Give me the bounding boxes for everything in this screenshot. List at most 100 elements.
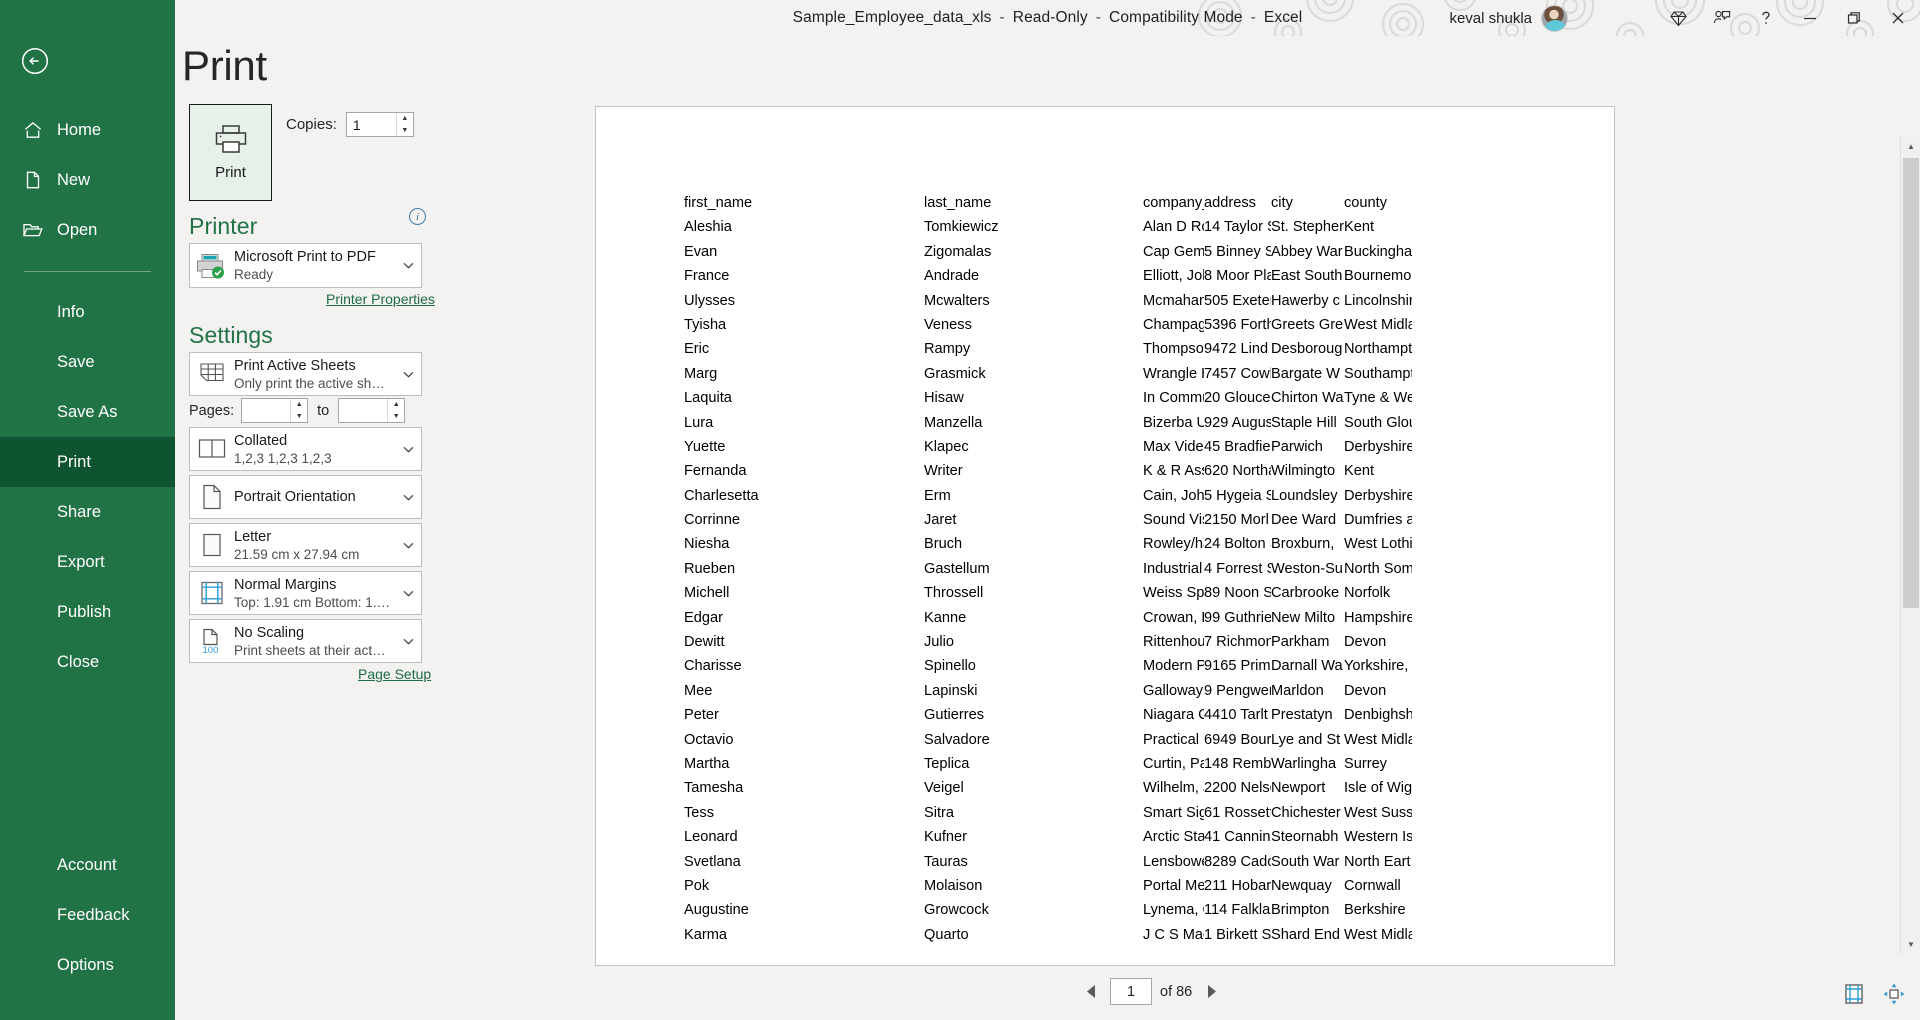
sidebar-item-close[interactable]: Close xyxy=(0,637,175,687)
close-icon[interactable] xyxy=(1876,0,1920,36)
printer-name: Microsoft Print to PDF xyxy=(234,249,376,265)
paper-size-title: Letter xyxy=(234,528,272,545)
zoom-to-page-icon[interactable] xyxy=(1840,980,1868,1008)
copies-spin-arrows[interactable]: ▲ ▼ xyxy=(395,113,413,137)
pages-to-input[interactable] xyxy=(339,399,388,422)
print-what-text: Print Active Sheets Only print the activ… xyxy=(234,358,395,391)
back-arrow-icon[interactable] xyxy=(17,43,53,79)
collation-chevron-down-icon[interactable] xyxy=(395,446,421,453)
sidebar-item-publish[interactable]: Publish xyxy=(0,587,175,637)
margins-select[interactable]: Normal Margins Top: 1.91 cm Bottom: 1.91… xyxy=(189,571,422,615)
cell-first-name: Pok xyxy=(684,877,710,894)
pages-from-input[interactable] xyxy=(242,399,291,422)
cell-city: Newquay xyxy=(1271,877,1332,894)
cell-address: 8 Moor Pla xyxy=(1204,268,1271,285)
scroll-up-icon[interactable]: ▲ xyxy=(1901,136,1920,156)
pages-from-spin-down[interactable]: ▼ xyxy=(291,411,307,423)
cell-last-name: Sitra xyxy=(924,804,955,821)
previous-page-icon[interactable] xyxy=(1080,979,1102,1005)
cell-address: 148 Rembr xyxy=(1204,755,1271,772)
sidebar-item-save-as[interactable]: Save As xyxy=(0,387,175,437)
avatar[interactable] xyxy=(1541,4,1568,32)
table-row: Evan Zigomalas Cap Gemin5 Binney StAbbey W… xyxy=(684,244,1598,268)
paper-size-select[interactable]: Letter 21.59 cm x 27.94 cm xyxy=(189,523,422,567)
print-button[interactable]: Print xyxy=(189,104,272,201)
print-what-subtitle: Only print the active sheets xyxy=(234,375,391,391)
table-row: Aleshia Tomkiewicz Alan D Ros14 Taylor SSt… xyxy=(684,219,1598,243)
page-setup-link[interactable]: Page Setup xyxy=(358,666,431,682)
backstage-sidebar: Home New Open Info Save Save As Print Sh… xyxy=(0,0,175,1020)
page-number-input[interactable] xyxy=(1110,978,1152,1005)
scroll-down-icon[interactable]: ▼ xyxy=(1901,934,1920,954)
next-page-icon[interactable] xyxy=(1200,979,1222,1005)
pages-to-spin-down[interactable]: ▼ xyxy=(388,411,404,423)
copies-spin-down[interactable]: ▼ xyxy=(397,125,413,137)
sidebar-item-share[interactable]: Share xyxy=(0,487,175,537)
printer-heading: Printer xyxy=(189,213,258,239)
pages-to-spin-up[interactable]: ▲ xyxy=(388,399,404,411)
pages-from-spin-arrows[interactable]: ▲ ▼ xyxy=(290,399,307,422)
pages-from-stepper[interactable]: ▲ ▼ xyxy=(241,398,309,423)
copies-spin-up[interactable]: ▲ xyxy=(397,113,413,125)
cell-address: 14 Taylor S xyxy=(1204,219,1271,236)
printer-select[interactable]: Microsoft Print to PDF Ready xyxy=(189,243,422,288)
preview-vertical-scrollbar[interactable]: ▲ ▼ xyxy=(1900,136,1920,954)
diamond-icon[interactable] xyxy=(1656,0,1700,36)
cell-county: Western Is xyxy=(1344,829,1412,846)
print-what-chevron-down-icon[interactable] xyxy=(395,371,421,378)
orientation-select[interactable]: Portrait Orientation xyxy=(189,475,422,519)
printer-status: Ready xyxy=(234,267,274,282)
cell-company: Weiss Spir xyxy=(1143,585,1204,602)
printer-info-icon[interactable]: i xyxy=(409,208,426,225)
orientation-chevron-down-icon[interactable] xyxy=(395,494,421,501)
cell-last-name: Lapinski xyxy=(924,682,978,699)
cell-company: Elliott, Joh xyxy=(1143,268,1204,285)
sidebar-item-feedback[interactable]: Feedback xyxy=(0,890,175,940)
cell-address: 7457 Cowl xyxy=(1204,365,1271,382)
copies-stepper[interactable]: ▲ ▼ xyxy=(345,112,414,137)
help-icon[interactable] xyxy=(1744,0,1788,36)
cell-last-name: Tauras xyxy=(924,853,968,870)
printer-chevron-down-icon[interactable] xyxy=(395,262,421,269)
scrollbar-thumb[interactable] xyxy=(1903,158,1919,608)
paper-size-chevron-down-icon[interactable] xyxy=(395,542,421,549)
margins-chevron-down-icon[interactable] xyxy=(395,590,421,597)
cell-county: Derbyshire xyxy=(1344,438,1412,455)
minimize-icon[interactable] xyxy=(1788,0,1832,36)
scaling-select[interactable]: 100 No Scaling Print sheets at their act… xyxy=(189,619,422,663)
pages-from-spin-up[interactable]: ▲ xyxy=(291,399,307,411)
cell-address: 6949 Bour xyxy=(1204,731,1271,748)
collation-select[interactable]: Collated 1,2,3 1,2,3 1,2,3 xyxy=(189,427,422,471)
printer-properties-link[interactable]: Printer Properties xyxy=(326,291,435,307)
pages-to-stepper[interactable]: ▲ ▼ xyxy=(338,398,406,423)
cell-city: Warlingha xyxy=(1271,755,1337,772)
cell-first-name: Charlesetta xyxy=(684,487,759,504)
sidebar-item-info[interactable]: Info xyxy=(0,287,175,337)
cell-first-name: Eric xyxy=(684,341,710,358)
cell-address: 505 Exeter xyxy=(1204,292,1271,309)
sidebar-item-account-label: Account xyxy=(57,855,117,874)
sidebar-item-export[interactable]: Export xyxy=(0,537,175,587)
scaling-chevron-down-icon[interactable] xyxy=(395,638,421,645)
account-area[interactable]: keval shukla xyxy=(1449,0,1568,36)
restore-icon[interactable] xyxy=(1832,0,1876,36)
account-name: keval shukla xyxy=(1449,9,1532,27)
copies-input[interactable] xyxy=(346,113,396,136)
page-number-field[interactable] xyxy=(1111,979,1151,1004)
cell-last-name: Grasmick xyxy=(924,365,986,382)
sidebar-item-new[interactable]: New xyxy=(0,155,175,205)
cell-address: 9472 Lind xyxy=(1204,341,1269,358)
cell-county: Norfolk xyxy=(1344,585,1391,602)
sidebar-item-home[interactable]: Home xyxy=(0,105,175,155)
pages-to-spin-arrows[interactable]: ▲ ▼ xyxy=(387,399,404,422)
print-what-select[interactable]: Print Active Sheets Only print the activ… xyxy=(189,352,422,396)
copies-label: Copies: xyxy=(286,116,337,133)
sidebar-item-print[interactable]: Print xyxy=(0,437,175,487)
table-row: Rueben Gastellum Industrial E4 Forrest SWe… xyxy=(684,561,1598,585)
fit-to-page-icon[interactable] xyxy=(1880,980,1908,1008)
sidebar-item-options[interactable]: Options xyxy=(0,940,175,990)
sidebar-item-open[interactable]: Open xyxy=(0,205,175,255)
sidebar-item-save[interactable]: Save xyxy=(0,337,175,387)
sidebar-item-account[interactable]: Account xyxy=(0,840,175,890)
share-person-icon[interactable] xyxy=(1700,0,1744,36)
